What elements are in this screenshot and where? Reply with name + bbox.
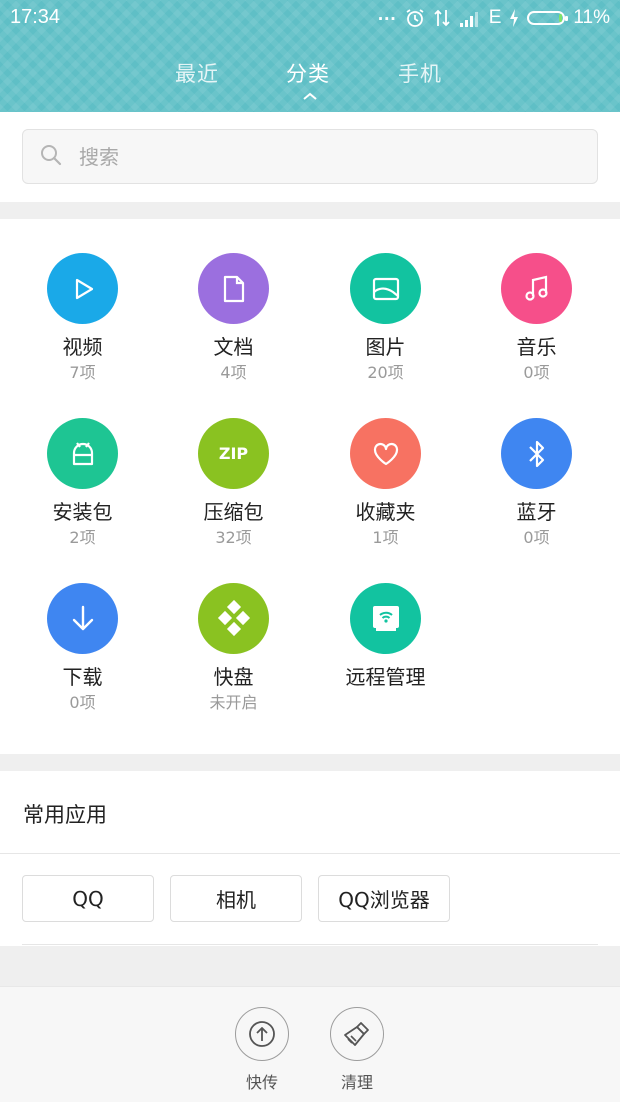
search-icon [39,143,63,171]
category-apk[interactable]: 安装包 2项 [7,418,158,548]
tab-category[interactable]: 分类 [286,58,330,88]
tab-recent[interactable]: 最近 [175,58,219,88]
category-count: 0项 [523,363,550,382]
document-icon [198,253,269,324]
music-icon [501,253,572,324]
category-count: 4项 [220,363,247,382]
battery-percent: 11% [573,7,610,28]
category-bluetooth[interactable]: 蓝牙 0项 [461,418,612,548]
category-document[interactable]: 文档 4项 [158,253,309,383]
category-count: 0项 [69,693,96,712]
category-name: 安装包 [52,500,113,524]
status-bar: 17:34 ... E 11% [0,0,620,36]
heart-icon [350,418,421,489]
zip-icon: ZIP [198,418,269,489]
category-remote-management[interactable]: 远程管理 [310,583,461,693]
search-box[interactable] [22,129,598,184]
category-name: 下载 [62,665,103,689]
category-download[interactable]: 下载 0项 [7,583,158,713]
category-name: 文档 [213,335,254,359]
signal-icon [459,9,481,27]
frequent-apps-section: 常用应用 QQ 相机 QQ浏览器 [0,771,620,946]
category-count: 32项 [215,528,252,547]
category-video[interactable]: 视频 7项 [7,253,158,383]
category-name: 图片 [365,335,406,359]
active-tab-indicator [303,92,317,100]
app-button-qq[interactable]: QQ [22,875,154,922]
status-dots: ... [377,4,397,25]
bottom-toolbar: 快传 清理 [0,986,620,1102]
upload-icon [235,1007,289,1061]
category-image[interactable]: 图片 20项 [310,253,461,383]
header: 17:34 ... E 11% 最近 分类 手机 [0,0,620,112]
alarm-icon [405,8,425,28]
app-button-qq-browser[interactable]: QQ浏览器 [318,875,450,922]
network-type: E [488,7,502,28]
category-grid: 视频 7项 文档 4项 图片 20项 音乐 0项 安装包 2项 ZIP 压缩包 … [0,219,620,754]
category-count: 0项 [523,528,550,547]
category-count: 20项 [367,363,404,382]
divider [22,944,598,945]
category-count: 7项 [69,363,96,382]
divider [0,853,620,854]
play-icon [47,253,118,324]
remote-wifi-icon [350,583,421,654]
category-music[interactable]: 音乐 0项 [461,253,612,383]
search-section [0,112,620,202]
tab-phone[interactable]: 手机 [398,58,442,88]
category-name: 蓝牙 [516,500,557,524]
android-icon [47,418,118,489]
search-input[interactable] [77,143,561,170]
clean-label: 清理 [340,1073,373,1092]
quick-transfer-button[interactable]: 快传 [227,1007,297,1093]
kuaipan-icon [198,583,269,654]
quick-transfer-label: 快传 [245,1073,278,1092]
bluetooth-icon [501,418,572,489]
data-transfer-icon [433,8,451,28]
category-kuaipan[interactable]: 快盘 未开启 [158,583,309,713]
app-button-camera[interactable]: 相机 [170,875,302,922]
category-name: 远程管理 [345,665,426,689]
category-count: 1项 [372,528,399,547]
category-name: 音乐 [516,335,557,359]
category-count: 未开启 [209,693,258,712]
clean-button[interactable]: 清理 [322,1007,392,1093]
category-name: 视频 [62,335,103,359]
category-count: 2项 [69,528,96,547]
frequent-apps-title: 常用应用 [23,803,107,827]
category-name: 快盘 [213,665,254,689]
charging-icon [509,9,519,27]
battery-icon [527,11,569,25]
status-icons: ... E 11% [377,4,610,30]
tab-bar: 最近 分类 手机 [0,58,620,100]
status-time: 17:34 [10,6,61,28]
download-icon [47,583,118,654]
image-icon [350,253,421,324]
category-name: 压缩包 [203,500,264,524]
broom-icon [330,1007,384,1061]
category-name: 收藏夹 [355,500,416,524]
category-favorites[interactable]: 收藏夹 1项 [310,418,461,548]
category-zip[interactable]: ZIP 压缩包 32项 [158,418,309,548]
